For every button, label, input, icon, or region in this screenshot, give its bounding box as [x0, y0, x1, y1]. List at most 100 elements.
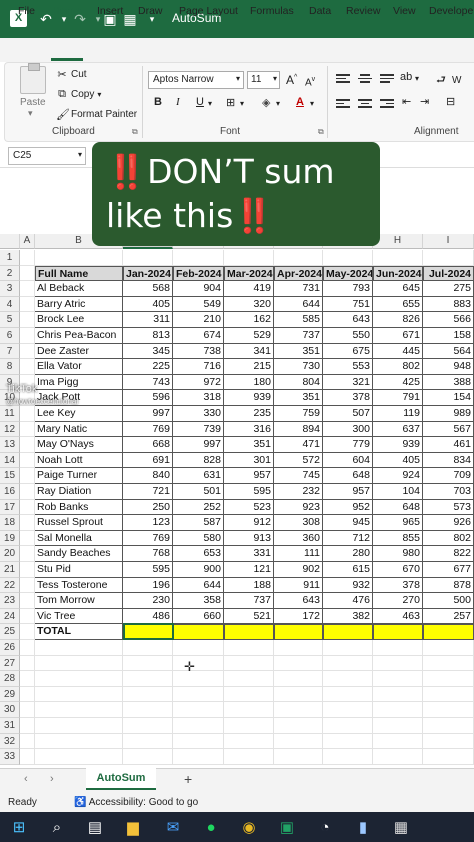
grid-cell[interactable]: 388	[423, 374, 474, 391]
row-header[interactable]: 8	[0, 359, 20, 375]
grid-cell[interactable]: 997	[173, 437, 224, 453]
grid-cell[interactable]	[173, 702, 224, 718]
grid-cell[interactable]: 751	[323, 296, 373, 313]
tab-page-layout[interactable]: Page Layout	[179, 5, 238, 17]
calculator-icon[interactable]: ▦	[390, 816, 412, 838]
font-size-select[interactable]: 11 ▾	[247, 71, 280, 89]
row-header[interactable]: 28	[0, 671, 20, 687]
accessibility-status[interactable]: ♿ Accessibility: Good to go	[74, 797, 198, 808]
grid-cell[interactable]: 952	[323, 499, 373, 516]
cut-button[interactable]: ✂ Cut	[56, 68, 86, 81]
grid-cell[interactable]	[373, 250, 423, 266]
grid-cell[interactable]	[274, 733, 323, 750]
grid-cell[interactable]: 257	[423, 608, 474, 625]
grid-cell[interactable]: 779	[323, 437, 373, 453]
underline-dropdown-icon[interactable]: ▾	[208, 99, 212, 108]
grid-cell[interactable]: 587	[173, 515, 224, 531]
grid-cell[interactable]: 104	[373, 484, 423, 500]
row-header[interactable]: 12	[0, 421, 20, 438]
grid-cell[interactable]	[423, 624, 474, 640]
grid-cell[interactable]: 311	[123, 312, 173, 328]
grid-cell[interactable]: May-2024	[323, 265, 373, 282]
grid-cell[interactable]: 225	[123, 359, 173, 375]
grid-cell[interactable]: 111	[274, 546, 323, 562]
grid-cell[interactable]: 739	[173, 421, 224, 438]
grid-cell[interactable]: 965	[373, 515, 423, 531]
row-header[interactable]: 2	[0, 265, 20, 282]
align-top-icon[interactable]	[336, 74, 350, 84]
grid-cell[interactable]: 316	[224, 421, 274, 438]
row-header[interactable]: 21	[0, 562, 20, 578]
grid-cell[interactable]	[20, 624, 35, 640]
row-header[interactable]: 4	[0, 296, 20, 313]
grid-cell[interactable]: 721	[123, 484, 173, 500]
grid-cell[interactable]	[373, 640, 423, 656]
grid-cell[interactable]: 235	[224, 406, 274, 422]
font-color-dropdown-icon[interactable]: ▾	[310, 99, 314, 108]
grid-cell[interactable]	[123, 671, 173, 687]
grid-cell[interactable]: 948	[423, 359, 474, 375]
grid-cell[interactable]: 567	[423, 421, 474, 438]
grid-cell[interactable]	[423, 655, 474, 672]
grid-cell[interactable]	[423, 640, 474, 656]
grid-cell[interactable]: 913	[224, 530, 274, 547]
grid-cell[interactable]	[423, 250, 474, 266]
grid-cell[interactable]	[423, 671, 474, 687]
grid-cell[interactable]	[423, 686, 474, 703]
grid-cell[interactable]: 471	[274, 437, 323, 453]
grid-cell[interactable]	[20, 265, 35, 282]
grid-cell[interactable]	[173, 250, 224, 266]
grid-cell[interactable]: 358	[173, 593, 224, 609]
grid-cell[interactable]	[20, 718, 35, 734]
grid-cell[interactable]	[20, 562, 35, 578]
grid-cell[interactable]	[173, 733, 224, 750]
grid-cell[interactable]	[20, 312, 35, 328]
grid-cell[interactable]: 945	[323, 515, 373, 531]
grid-cell[interactable]	[224, 624, 274, 640]
grid-cell[interactable]: 382	[323, 608, 373, 625]
grid-cell[interactable]: 675	[323, 343, 373, 360]
grid-cell[interactable]: 631	[173, 468, 224, 484]
grid-cell[interactable]: Ray Diation	[35, 484, 123, 500]
grid-cell[interactable]: 232	[274, 484, 323, 500]
row-header[interactable]: 17	[0, 499, 20, 516]
row-header[interactable]: 32	[0, 733, 20, 750]
grid-cell[interactable]: Feb-2024	[173, 265, 224, 282]
row-header[interactable]: 3	[0, 281, 20, 297]
grid-cell[interactable]: 162	[224, 312, 274, 328]
tab-file[interactable]: File	[18, 5, 35, 17]
grid-cell[interactable]: 737	[274, 328, 323, 344]
borders-dropdown-icon[interactable]: ▾	[240, 99, 244, 108]
row-header[interactable]: 26	[0, 640, 20, 656]
fill-dropdown-icon[interactable]: ▾	[276, 99, 280, 108]
row-header[interactable]: 18	[0, 515, 20, 531]
grid-cell[interactable]: 123	[123, 515, 173, 531]
grid-cell[interactable]	[224, 718, 274, 734]
grid-cell[interactable]: 643	[274, 593, 323, 609]
grid-cell[interactable]: 154	[423, 390, 474, 406]
grid-cell[interactable]: 648	[373, 499, 423, 516]
grid-cell[interactable]	[373, 702, 423, 718]
grid-cell[interactable]: 828	[173, 452, 224, 469]
grid-cell[interactable]	[224, 671, 274, 687]
grid-cell[interactable]: 834	[423, 452, 474, 469]
grid-cell[interactable]: 668	[123, 437, 173, 453]
grid-cell[interactable]: 405	[373, 452, 423, 469]
grid-cell[interactable]	[373, 671, 423, 687]
mail-icon[interactable]: ✉	[162, 816, 184, 838]
grid-cell[interactable]: 743	[123, 374, 173, 391]
grid-cell[interactable]	[35, 640, 123, 656]
align-middle-icon[interactable]	[358, 74, 372, 84]
grid-cell[interactable]: 595	[123, 562, 173, 578]
grid-cell[interactable]: 615	[323, 562, 373, 578]
grid-cell[interactable]	[20, 437, 35, 453]
grid-cell[interactable]: 716	[173, 359, 224, 375]
grid-cell[interactable]: 957	[323, 484, 373, 500]
grid-cell[interactable]: 521	[224, 608, 274, 625]
grid-cell[interactable]	[373, 733, 423, 750]
grid-cell[interactable]: 902	[274, 562, 323, 578]
grid-cell[interactable]	[173, 718, 224, 734]
grid-cell[interactable]: 529	[224, 328, 274, 344]
add-sheet-button[interactable]: +	[184, 771, 192, 787]
row-header[interactable]: 30	[0, 702, 20, 718]
